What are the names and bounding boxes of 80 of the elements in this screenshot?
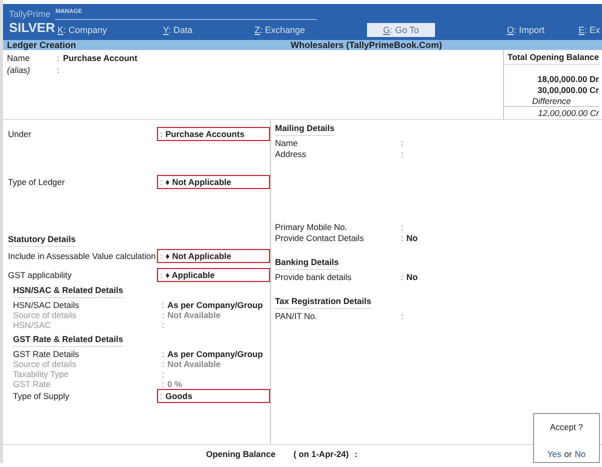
section-heading: GST Rate & Related Details: [13, 333, 124, 347]
colon-separator: :: [160, 129, 162, 139]
no-button[interactable]: No: [574, 449, 586, 459]
colon-separator: :: [160, 270, 162, 280]
field-label: Taxability Type: [13, 369, 70, 379]
field-label: Address: [275, 149, 308, 159]
field-value[interactable]: Purchase Accounts: [165, 129, 244, 139]
menu-item[interactable]: E: Ex: [576, 24, 602, 36]
field-value[interactable]: ♦ Applicable: [165, 270, 215, 280]
colon-separator: :: [401, 222, 404, 232]
screen-title: Ledger Creation: [7, 40, 76, 50]
field-label: Under: [8, 129, 32, 139]
field-label: Source of details: [13, 359, 78, 369]
field-value[interactable]: Purchase Account: [63, 53, 499, 63]
footer-date: ( on 1-Apr-24): [293, 449, 349, 459]
field-value[interactable]: As per Company/Group: [167, 300, 263, 310]
section-heading: Tax Registration Details: [275, 295, 372, 309]
menu-item[interactable]: K: Company: [55, 24, 109, 36]
colon-separator: :: [162, 310, 164, 320]
field-value[interactable]: Not Available: [167, 359, 221, 369]
menu-item[interactable]: Z: Exchange: [252, 24, 308, 36]
colon-separator: :: [401, 311, 404, 321]
field-label: (alias): [7, 65, 32, 75]
field-label: Primary Mobile No.: [275, 222, 348, 232]
difference-label: Difference: [504, 96, 599, 107]
footer-label: Opening Balance: [206, 449, 276, 459]
field-value[interactable]: Goods: [165, 391, 192, 401]
field-value[interactable]: As per Company/Group: [167, 349, 263, 359]
field-value[interactable]: No: [406, 272, 418, 282]
accept-question: Accept ?: [550, 422, 584, 432]
yes-button[interactable]: Yes: [547, 449, 562, 459]
field-value[interactable]: Not Available: [167, 310, 221, 320]
or-text: or: [564, 449, 572, 459]
section-heading: HSN/SAC & Related Details: [13, 284, 124, 298]
difference-amount: 12,00,000.00 Cr: [538, 108, 599, 118]
menu-item[interactable]: Y: Data: [161, 24, 195, 36]
field-label: Type of Ledger: [8, 177, 66, 187]
field-label: Provide bank details: [275, 272, 353, 282]
balance-title: Total Opening Balance: [504, 52, 599, 65]
colon-separator: :: [162, 359, 164, 369]
colon-separator: :: [160, 391, 162, 401]
colon-separator: :: [401, 138, 404, 148]
field-label: Provide Contact Details: [275, 233, 365, 243]
colon-separator: :: [57, 53, 60, 63]
colon-separator: :: [162, 379, 164, 389]
colon-separator: :: [162, 349, 164, 359]
colon-separator: :: [57, 65, 60, 75]
section-heading: Mailing Details: [275, 122, 335, 136]
field-label: Include in Assessable Value calculation: [8, 251, 157, 261]
colon-separator: :: [160, 251, 162, 261]
credit-amount: 30,00,000.00 Cr: [538, 85, 599, 95]
field-label: Type of Supply: [13, 391, 70, 401]
field-label: GST Rate Details: [13, 349, 80, 359]
field-label: GST applicability: [8, 270, 73, 280]
field-label: PAN/IT No.: [275, 311, 318, 321]
product-name: TallyPrime: [9, 9, 52, 20]
section-heading: Banking Details: [275, 256, 339, 270]
colon-separator: :: [162, 300, 164, 310]
field-value[interactable]: ♦ Not Applicable: [165, 251, 232, 261]
field-label: GST Rate: [13, 379, 52, 389]
colon-separator: :: [162, 320, 164, 330]
company-name: Wholesalers (TallyPrimeBook.Com): [290, 40, 442, 50]
field-label: HSN/SAC: [13, 320, 52, 330]
field-label: Name: [275, 138, 299, 148]
section-heading: Statutory Details: [8, 233, 76, 247]
field-label: Name: [7, 53, 31, 63]
colon-separator: :: [401, 272, 404, 282]
colon-separator: :: [354, 449, 358, 459]
field-value[interactable]: No: [406, 233, 418, 243]
debit-amount: 18,00,000.00 Dr: [538, 74, 599, 84]
colon-separator: :: [401, 149, 404, 159]
field-value[interactable]: 0 %: [167, 379, 182, 389]
field-label: HSN/SAC Details: [13, 300, 80, 310]
edition-name: SILVER: [9, 20, 56, 35]
field-value[interactable]: ♦ Not Applicable: [165, 177, 232, 187]
field-label: Source of details: [13, 310, 78, 320]
colon-separator: :: [160, 177, 162, 187]
colon-separator: :: [162, 369, 164, 379]
colon-separator: :: [401, 233, 404, 243]
menu-item[interactable]: O: Import: [504, 24, 546, 36]
